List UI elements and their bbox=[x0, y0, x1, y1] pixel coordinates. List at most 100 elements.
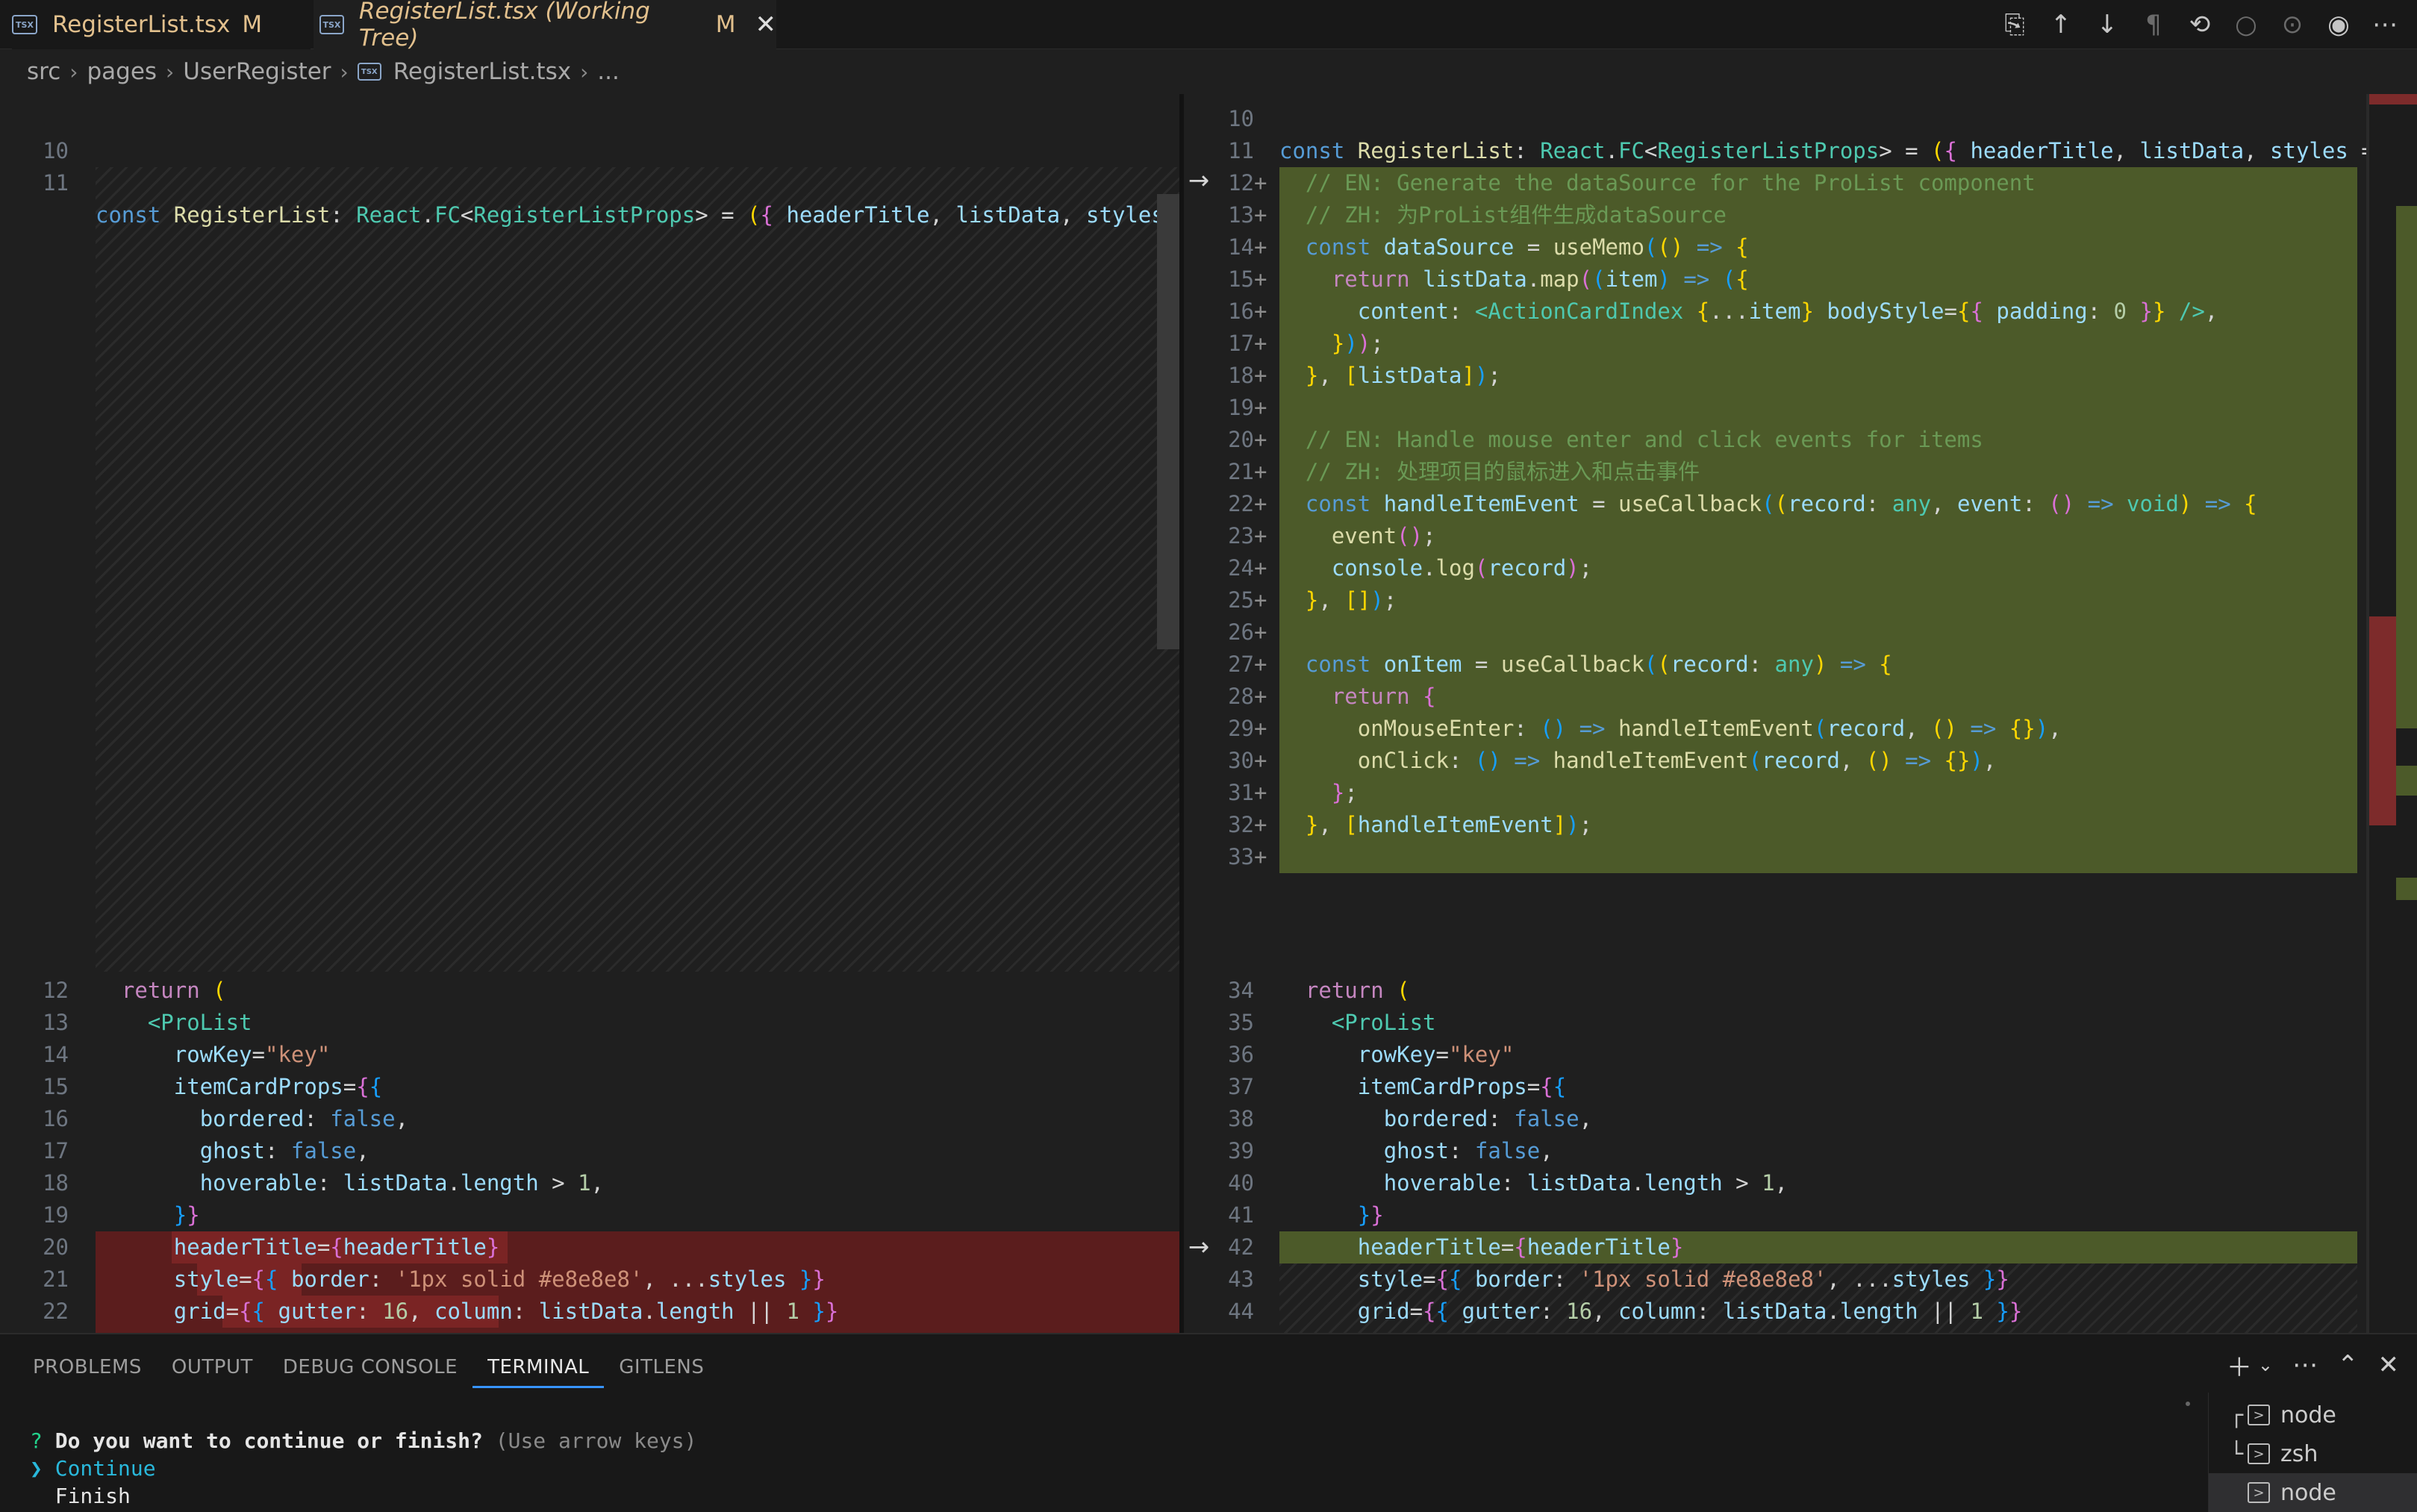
breadcrumb-item[interactable]: UserRegister bbox=[183, 58, 331, 85]
code-line: 35 <ProList bbox=[1184, 1007, 2417, 1039]
line-number: 26 bbox=[1228, 619, 1254, 645]
line-number: 14 bbox=[1228, 234, 1254, 260]
line-number: 10 bbox=[1228, 106, 1254, 131]
revert-change-arrow-icon[interactable]: → bbox=[1185, 166, 1212, 196]
terminal-list-item[interactable]: ┌ > node bbox=[2209, 1396, 2417, 1434]
line-number: 15 bbox=[1228, 266, 1254, 292]
tab-problems[interactable]: PROBLEMS bbox=[18, 1348, 157, 1388]
terminal-icon: > bbox=[2248, 1405, 2270, 1425]
tree-connector: └ bbox=[2229, 1440, 2243, 1467]
chevron-right-icon: › bbox=[340, 59, 349, 84]
circle-icon[interactable]: ○ bbox=[2229, 7, 2263, 42]
code-line: 44 grid={{ gutter: 16, column: listData.… bbox=[1184, 1296, 2417, 1328]
revert-icon[interactable]: ⟲ bbox=[2183, 7, 2217, 42]
terminal-list-item[interactable]: └ > zsh bbox=[2209, 1434, 2417, 1473]
tab-output[interactable]: OUTPUT bbox=[157, 1348, 268, 1388]
line-number: 21 bbox=[1228, 459, 1254, 484]
code-line: 19 + bbox=[1184, 392, 2417, 424]
breadcrumb-item[interactable]: src bbox=[27, 58, 60, 85]
line-number: 44 bbox=[1228, 1299, 1254, 1324]
terminal-option-selected[interactable]: Continue bbox=[55, 1456, 156, 1481]
code-line: 34 return ( bbox=[1184, 975, 2417, 1007]
circle-right-icon[interactable]: ⊙ bbox=[2275, 7, 2310, 42]
terminal-icon: > bbox=[2248, 1482, 2270, 1503]
line-number: 19 bbox=[1228, 395, 1254, 420]
code-line: 43 style={{ border: '1px solid #e8e8e8',… bbox=[1184, 1263, 2417, 1296]
terminal-hint: (Use arrow keys) bbox=[495, 1428, 697, 1453]
tab-registerlist[interactable]: TSX RegisterList.tsx M bbox=[12, 0, 311, 49]
close-panel-icon[interactable]: ✕ bbox=[2378, 1350, 2400, 1380]
code-line: 11 const RegisterList: React.FC<RegisterL… bbox=[1184, 135, 2417, 167]
breadcrumb-item[interactable]: pages bbox=[87, 58, 157, 85]
diff-divider[interactable] bbox=[1179, 94, 1184, 1333]
tab-debug-console[interactable]: DEBUG CONSOLE bbox=[268, 1348, 473, 1388]
more-icon[interactable]: ⋯ bbox=[2292, 1350, 2318, 1380]
terminal-name: node bbox=[2280, 1479, 2336, 1506]
code-line: 22 + const handleItemEvent = useCallback(… bbox=[1184, 488, 2417, 520]
code-line: 25 + }, []); bbox=[1184, 584, 2417, 616]
line-number: 40 bbox=[1228, 1170, 1254, 1196]
line-number: 32 bbox=[1228, 812, 1254, 837]
terminal-pointer: ❯ bbox=[30, 1456, 43, 1481]
line-number: 38 bbox=[1228, 1106, 1254, 1131]
more-icon[interactable]: ⋯ bbox=[2368, 7, 2402, 42]
tsx-file-icon: TSX bbox=[12, 15, 37, 34]
line-number: 24 bbox=[1228, 555, 1254, 581]
panel-tabs: PROBLEMS OUTPUT DEBUG CONSOLE TERMINAL G… bbox=[18, 1348, 719, 1388]
code-line: 28 + return { bbox=[1184, 681, 2417, 713]
overview-ruler bbox=[2369, 94, 2417, 1333]
code-line: 32 + }, [handleItemEvent]); bbox=[1184, 809, 2417, 841]
code-line: 29 + onMouseEnter: () => handleItemEvent(… bbox=[1184, 713, 2417, 745]
code-line: 36 rowKey="key" bbox=[1184, 1039, 2417, 1071]
chevron-right-icon: › bbox=[166, 59, 175, 84]
code-line: 12 + // EN: Generate the dataSource for t… bbox=[1184, 167, 2417, 199]
chevron-down-icon[interactable]: ⌄ bbox=[2258, 1355, 2273, 1375]
code-line: 27 + const onItem = useCallback((record: … bbox=[1184, 649, 2417, 681]
terminal-name: zsh bbox=[2280, 1440, 2318, 1467]
revert-change-arrow-icon[interactable]: → bbox=[1185, 1232, 1212, 1262]
code-line: 23 + event(); bbox=[1184, 520, 2417, 552]
breadcrumb-item[interactable]: RegisterList.tsx bbox=[393, 58, 571, 85]
gitlens-icon[interactable]: ◉ bbox=[2321, 7, 2356, 42]
chevron-right-icon: › bbox=[69, 59, 78, 84]
terminal-option[interactable]: Finish bbox=[55, 1484, 131, 1508]
terminal-list-item[interactable]: > node bbox=[2209, 1473, 2417, 1512]
modified-badge: M bbox=[715, 11, 736, 38]
breadcrumb-item[interactable]: ... bbox=[597, 58, 620, 85]
code-line: 30 + onClick: () => handleItemEvent(recor… bbox=[1184, 745, 2417, 777]
terminal-output[interactable]: ? Do you want to continue or finish? (Us… bbox=[30, 1427, 696, 1510]
code-line: 38 bordered: false, bbox=[1184, 1103, 2417, 1135]
tab-registerlist-working-tree[interactable]: TSX RegisterList.tsx (Working Tree) M ✕ bbox=[314, 0, 777, 51]
line-number: 17 bbox=[1228, 331, 1254, 356]
next-change-icon[interactable]: ↓ bbox=[2090, 7, 2124, 42]
previous-change-icon[interactable]: ↑ bbox=[2044, 7, 2078, 42]
tree-connector: ┌ bbox=[2229, 1402, 2243, 1428]
whitespace-icon[interactable]: ¶ bbox=[2136, 7, 2171, 42]
line-number: 18 bbox=[1228, 363, 1254, 388]
bottom-panel: PROBLEMS OUTPUT DEBUG CONSOLE TERMINAL G… bbox=[0, 1333, 2417, 1512]
code-line: 13 + // ZH: 为ProList组件生成dataSource bbox=[1184, 199, 2417, 231]
maximize-panel-icon[interactable]: ⌃ bbox=[2337, 1350, 2359, 1380]
line-number: 23 bbox=[1228, 523, 1254, 549]
line-number: 41 bbox=[1228, 1202, 1254, 1228]
close-icon[interactable]: ✕ bbox=[755, 10, 777, 40]
code-line: 21 + // ZH: 处理项目的鼠标进入和点击事件 bbox=[1184, 456, 2417, 488]
chevron-right-icon: › bbox=[580, 59, 589, 84]
terminal-name: node bbox=[2280, 1402, 2336, 1428]
diff-modified-editor[interactable]: 10 11 const RegisterList: React.FC<Regist… bbox=[1184, 94, 2417, 1333]
new-terminal-icon[interactable]: ＋ bbox=[2227, 1347, 2252, 1384]
line-number: 27 bbox=[1228, 652, 1254, 677]
tab-title: RegisterList.tsx (Working Tree) bbox=[358, 0, 650, 51]
breadcrumb: src › pages › UserRegister › TSX Registe… bbox=[0, 49, 2417, 94]
line-number: 36 bbox=[1228, 1042, 1254, 1067]
tab-gitlens[interactable]: GITLENS bbox=[604, 1348, 719, 1388]
code-line: 18 + }, [listData]); bbox=[1184, 360, 2417, 392]
line-number: 20 bbox=[1228, 427, 1254, 452]
modified-badge: M bbox=[242, 11, 263, 38]
tab-terminal[interactable]: TERMINAL bbox=[473, 1348, 605, 1388]
code-line: 31 + }; bbox=[1184, 777, 2417, 809]
code-line: 41 }} bbox=[1184, 1199, 2417, 1231]
open-file-icon[interactable]: ⎘ bbox=[1997, 7, 2032, 42]
line-number: 30 bbox=[1228, 748, 1254, 773]
line-number: 37 bbox=[1228, 1074, 1254, 1099]
